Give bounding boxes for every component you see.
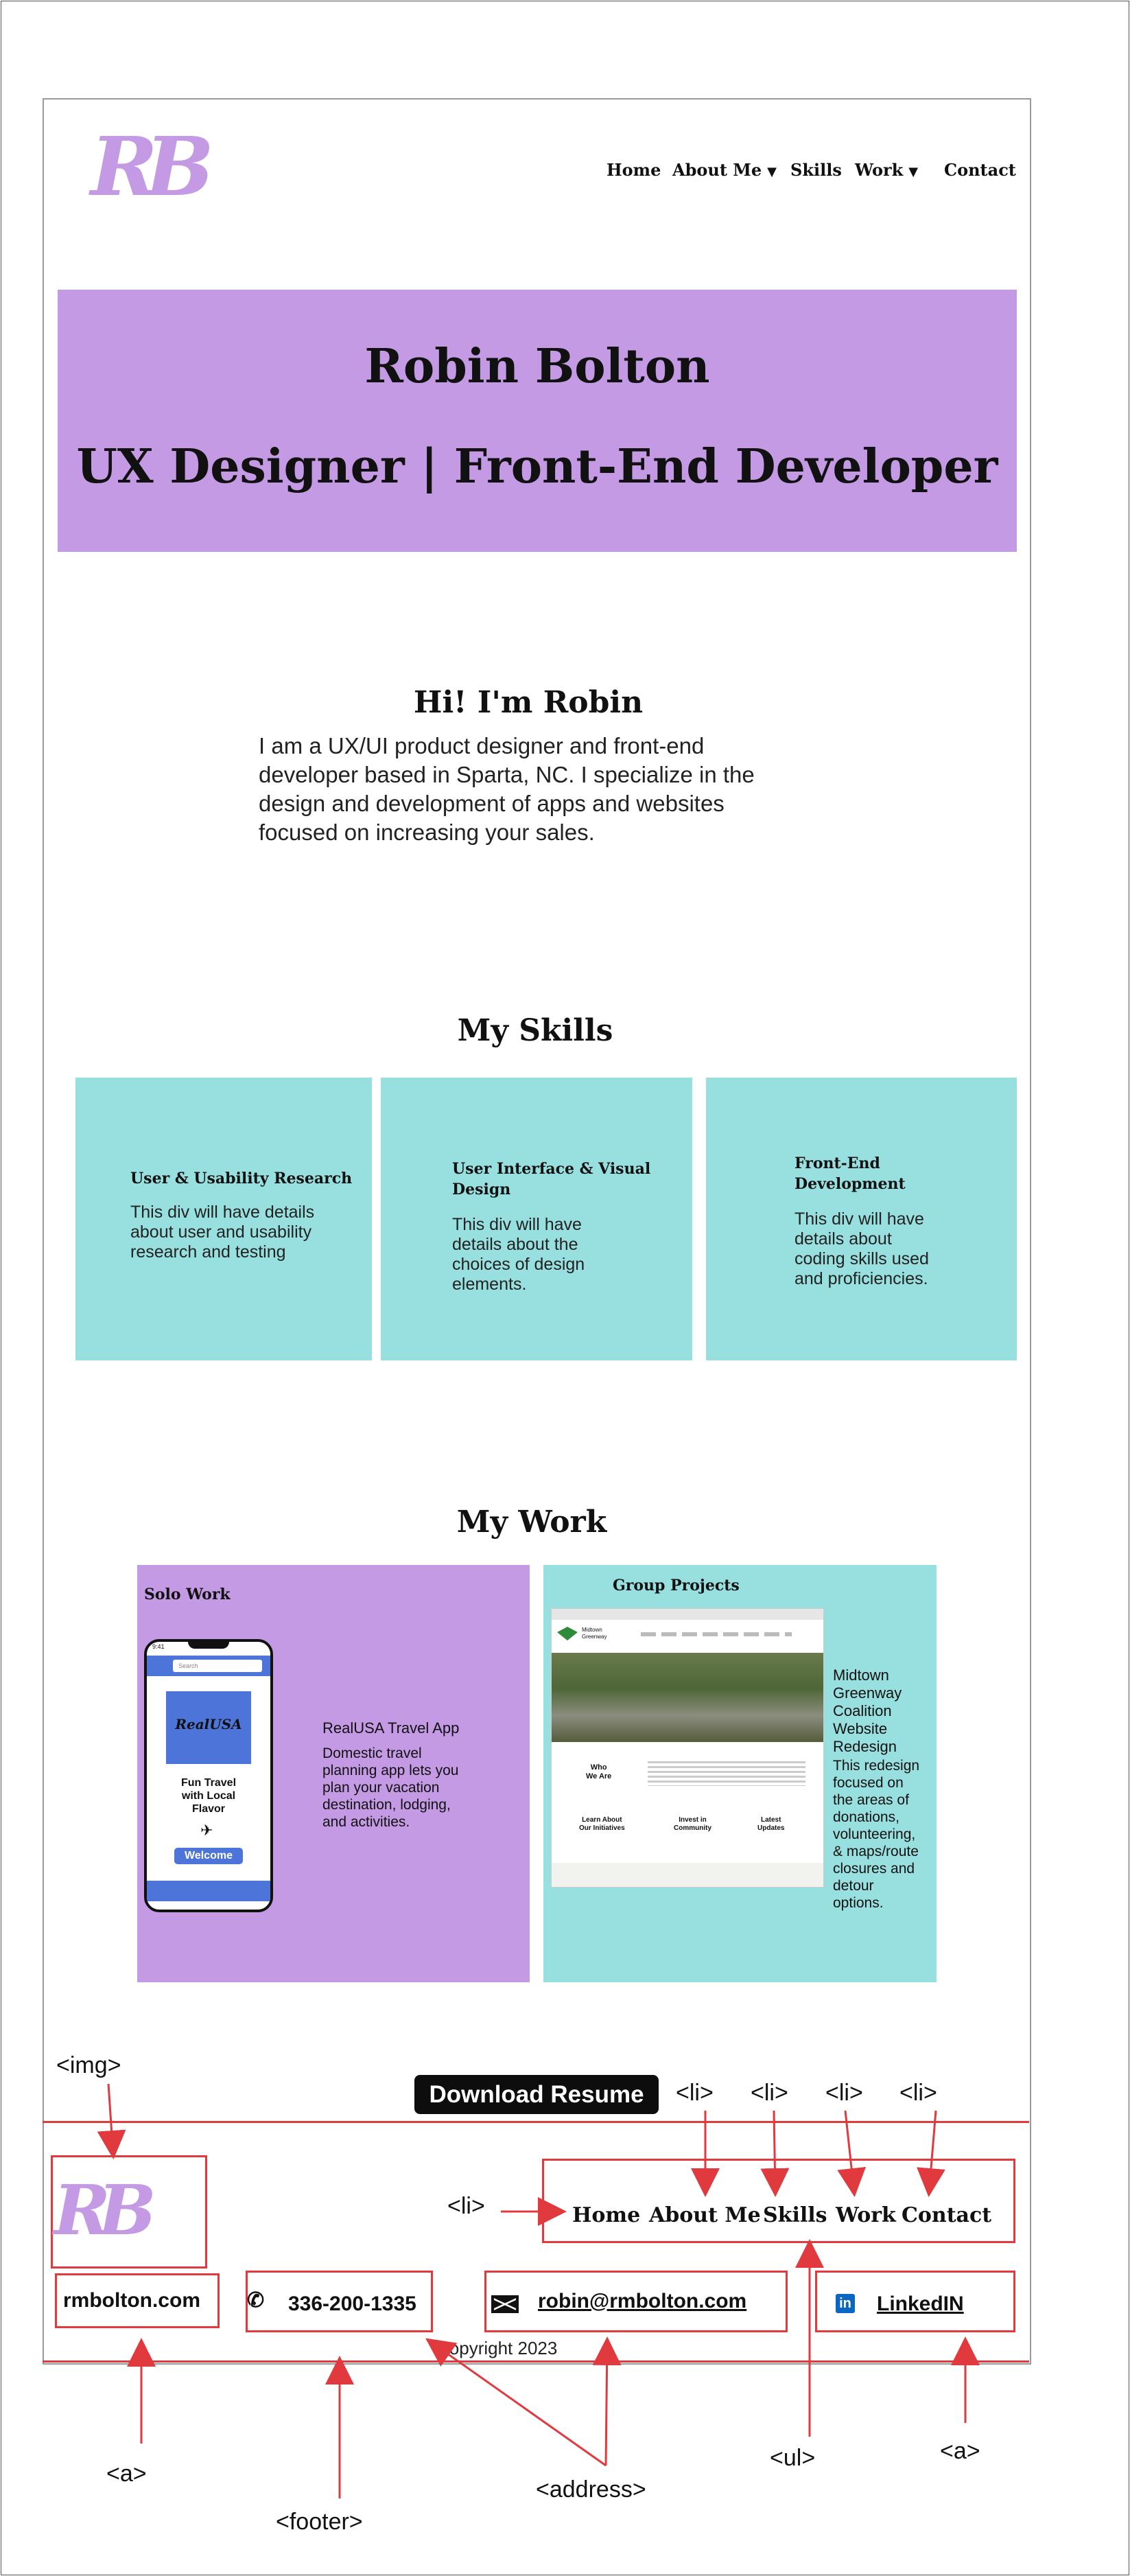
chevron-down-icon: ▼ [767, 165, 777, 179]
nav-skills[interactable]: Skills [790, 160, 842, 180]
hero-banner: Robin Bolton UX Designer | Front-End Dev… [58, 290, 1017, 552]
solo-project-description: Domestic travel planning app lets you pl… [322, 1745, 459, 1830]
linkedin-icon: in [836, 2294, 855, 2313]
website-screenshot: Midtown Greenway Who We Are Learn About … [551, 1608, 824, 1888]
skill-title: Front-End Development [794, 1154, 906, 1193]
footer-nav-box [542, 2159, 1015, 2243]
skill-description: This div will have details about user an… [130, 1203, 315, 1262]
footer-nav-home[interactable]: Home [572, 2203, 640, 2227]
phone-notch [188, 1642, 229, 1649]
footer-nav-skills[interactable]: Skills [763, 2203, 827, 2227]
footer-linkedin-link[interactable]: LinkedIN [877, 2293, 964, 2316]
nav-work[interactable]: Work ▼ [855, 160, 918, 180]
intro-line: I am a UX/UI product designer and front-… [259, 733, 705, 758]
site-body-text [648, 1761, 805, 1786]
nav-contact[interactable]: Contact [944, 160, 1016, 180]
work-heading: My Work [456, 1505, 607, 1540]
nav-skills-label: Skills [790, 160, 842, 180]
annotation-li: <li> [899, 2080, 937, 2106]
footer-phone[interactable]: 336-200-1335 [288, 2293, 416, 2316]
skill-card-front-end: Front-End Development This div will have… [706, 1078, 1017, 1360]
site-column: Invest in Community [674, 1816, 711, 1832]
site-column: Learn About Our Initiatives [579, 1816, 625, 1832]
hero-tagline: UX Designer | Front-End Developer [76, 439, 998, 494]
skill-description: This div will have details about the cho… [452, 1215, 585, 1294]
site-footer [552, 1863, 823, 1887]
intro-line: design and development of apps and websi… [259, 791, 725, 816]
solo-work-label: Solo Work [144, 1586, 231, 1603]
annotation-a: <a> [940, 2438, 980, 2464]
annotation-address: <address> [536, 2476, 646, 2503]
footer-email-link[interactable]: robin@rmbolton.com [538, 2290, 746, 2313]
download-resume-button[interactable]: Download Resume [414, 2075, 659, 2114]
site-logo-icon [557, 1627, 578, 1640]
header-logo[interactable]: RB [91, 122, 214, 211]
site-column: Latest Updates [757, 1816, 785, 1832]
skill-title: User Interface & Visual Design [452, 1160, 651, 1198]
footer-nav-about-me[interactable]: About Me [649, 2203, 761, 2227]
phone-welcome-button: Welcome [174, 1848, 243, 1864]
phone-icon: ✆ [247, 2289, 265, 2312]
annotation-img: <img> [56, 2052, 121, 2078]
skill-card-research: User & Usability Research This div will … [75, 1078, 372, 1360]
phone-tagline: Fun Travel with Local Flavor [180, 1777, 237, 1815]
group-project-title: Midtown Greenway Coalition Website Redes… [833, 1667, 902, 1755]
envelope-icon [491, 2295, 519, 2313]
site-name: Midtown Greenway [582, 1627, 607, 1640]
intro-text: I am a UX/UI product designer and front-… [259, 732, 876, 847]
solo-project-title: RealUSA Travel App [322, 1719, 460, 1737]
nav-contact-label: Contact [944, 160, 1016, 180]
footer-website-link[interactable]: rmbolton.com [63, 2289, 200, 2312]
annotation-li: <li> [751, 2080, 788, 2106]
group-project-description: This redesign focused on the areas of do… [833, 1758, 920, 1911]
phone-map-icon: ✈ [200, 1822, 213, 1839]
nav-about-me[interactable]: About Me ▼ [672, 160, 777, 180]
site-who-we-are: Who We Are [586, 1763, 612, 1780]
browser-bar [552, 1609, 823, 1620]
annotation-li: <li> [676, 2080, 714, 2106]
footer-logo[interactable]: RB [54, 2172, 156, 2248]
annotation-li: <li> [447, 2193, 485, 2219]
nav-work-label: Work [855, 160, 904, 180]
site-nav [641, 1632, 792, 1636]
intro-line: focused on increasing your sales. [259, 820, 595, 845]
phone-search-bar: Search [173, 1660, 262, 1672]
phone-mockup: 9:41 Search RealUSA Fun Travel with Loca… [144, 1639, 273, 1912]
annotation-footer: <footer> [276, 2509, 363, 2535]
hero-name: Robin Bolton [364, 339, 710, 394]
annotation-li: <li> [825, 2080, 863, 2106]
site-hero-photo [552, 1653, 823, 1742]
phone-bottom-bar [147, 1881, 270, 1901]
footer-top-border [43, 2121, 1029, 2123]
footer-bottom-border [43, 2360, 1029, 2363]
chevron-down-icon: ▼ [908, 165, 919, 179]
annotation-ul: <ul> [770, 2445, 816, 2471]
footer-nav-work[interactable]: Work [836, 2203, 896, 2227]
phone-app-logo: RealUSA [166, 1691, 251, 1764]
group-projects-label: Group Projects [613, 1577, 740, 1594]
intro-heading: Hi! I'm Robin [413, 685, 644, 720]
intro-line: developer based in Sparta, NC. I special… [259, 762, 755, 787]
phone-time: 9:41 [152, 1643, 165, 1650]
annotation-a: <a> [106, 2461, 147, 2487]
nav-about-me-label: About Me [672, 160, 762, 180]
nav-home[interactable]: Home [607, 160, 661, 180]
footer-copyright: Copyright 2023 [436, 2338, 558, 2358]
footer-nav-contact[interactable]: Contact [902, 2203, 991, 2227]
skill-card-ui-design: User Interface & Visual Design This div … [381, 1078, 692, 1360]
skill-title: User & Usability Research [130, 1170, 353, 1187]
skills-heading: My Skills [457, 1013, 613, 1048]
nav-home-label: Home [607, 160, 661, 180]
skill-description: This div will have details about coding … [794, 1209, 929, 1288]
